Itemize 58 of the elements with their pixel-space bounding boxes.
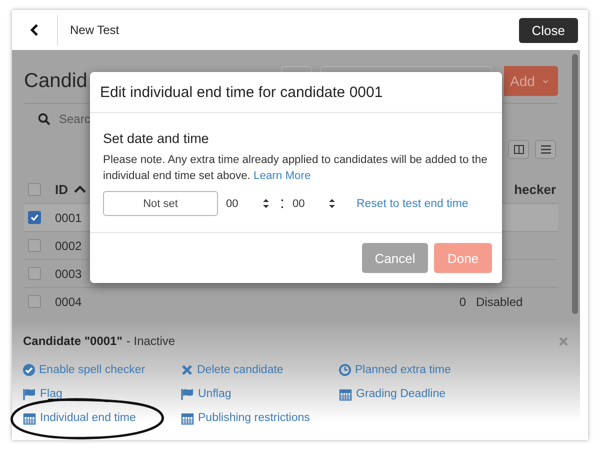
spinner-icon: [328, 198, 336, 209]
spinner-icon: [262, 198, 270, 209]
column-header[interactable]: ID: [55, 182, 68, 197]
check-circle-icon: [23, 364, 35, 376]
cancel-button[interactable]: Cancel: [362, 243, 428, 273]
table-cell: 0003: [55, 266, 82, 280]
minutes-field[interactable]: 00: [290, 198, 318, 210]
time-separator: :: [280, 194, 284, 212]
list-view-button[interactable]: [535, 140, 556, 158]
back-icon: [30, 24, 40, 36]
note-text: Please note. Any extra time already applied to candidates will be added to the individual end time set above. Learn More: [103, 153, 488, 184]
page-heading: Candid: [24, 70, 88, 92]
clock-icon: [339, 364, 351, 376]
status-text: - Inactive: [126, 334, 176, 348]
reset-link[interactable]: Reset to test end time: [356, 198, 468, 210]
table-cell: Disabled: [476, 294, 523, 308]
action-link[interactable]: Enable spell checker: [23, 361, 146, 379]
close-button[interactable]: Close: [518, 18, 578, 42]
dialog-title: Edit individual end time for candidate 0001: [90, 72, 502, 113]
search-field[interactable]: Searc: [58, 112, 92, 126]
action-link[interactable]: Publishing restrictions: [181, 409, 310, 427]
section-title: Set date and time: [103, 131, 210, 146]
checkbox[interactable]: [28, 239, 41, 252]
candidate-title: Candidate "0001": [23, 334, 122, 348]
action-link[interactable]: Delete candidate: [181, 361, 284, 379]
action-link[interactable]: Planned extra time: [339, 361, 451, 379]
cross-icon: [181, 364, 193, 376]
columns-button[interactable]: [508, 140, 529, 158]
table-cell: 0002: [55, 238, 82, 252]
close-icon: [559, 336, 568, 346]
check-icon: [30, 213, 39, 222]
flag-icon: [23, 388, 36, 400]
table-cell: 0004: [55, 294, 82, 308]
action-link[interactable]: Individual end time: [23, 409, 136, 427]
columns-icon: [514, 144, 524, 154]
checkbox[interactable]: [28, 211, 41, 224]
learn-more-link[interactable]: Learn More: [254, 170, 311, 182]
calendar-icon: [339, 388, 352, 400]
table-cell: 0: [459, 294, 466, 308]
calendar-icon: [23, 412, 36, 424]
table-cell: 0001: [55, 210, 82, 224]
search-icon: [38, 113, 50, 125]
done-button[interactable]: Done: [434, 243, 492, 273]
calendar-icon: [181, 412, 194, 424]
flag-icon: [181, 388, 194, 400]
action-link[interactable]: Flag: [23, 385, 62, 403]
checkbox[interactable]: [28, 183, 41, 196]
page-title: New Test: [70, 23, 120, 37]
action-link[interactable]: Unflag: [181, 385, 232, 403]
sort-up-icon: [74, 185, 86, 194]
hours-field[interactable]: 00: [224, 198, 252, 210]
action-link[interactable]: Grading Deadline: [339, 385, 446, 403]
date-field[interactable]: Not set: [103, 191, 218, 216]
add-button[interactable]: Add: [504, 66, 558, 96]
list-icon: [540, 144, 550, 154]
column-header[interactable]: hecker: [514, 182, 556, 197]
checkbox[interactable]: [28, 267, 41, 280]
checkbox[interactable]: [28, 295, 41, 308]
